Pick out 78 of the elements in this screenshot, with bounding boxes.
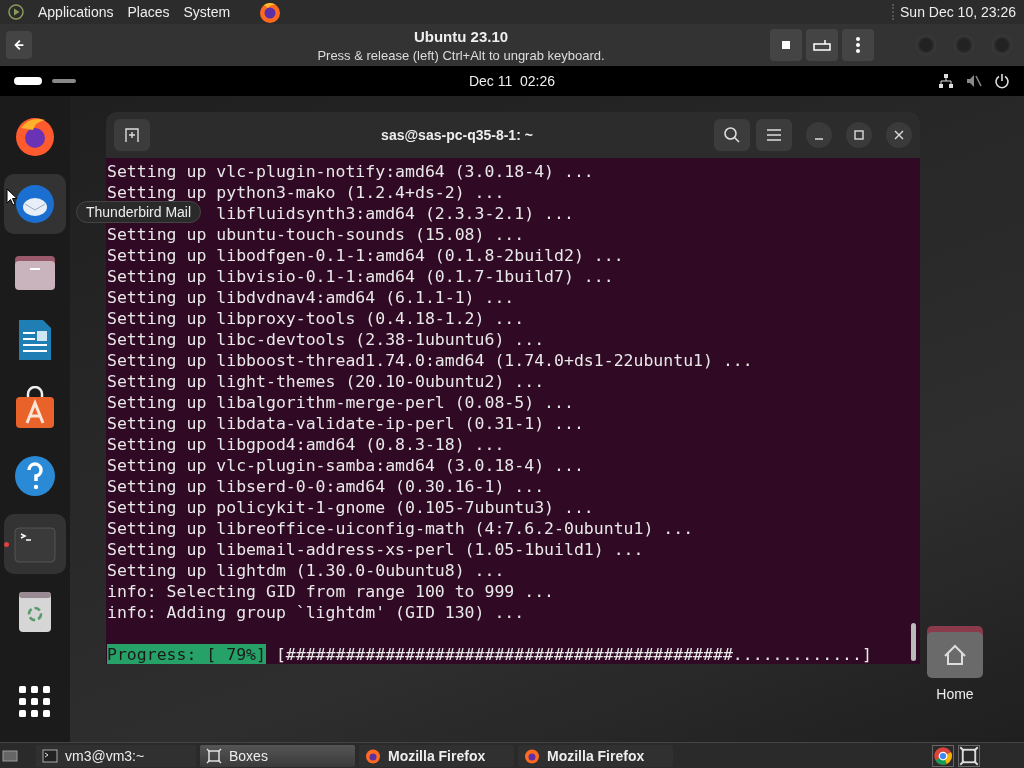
power-icon[interactable] [994,73,1010,89]
menu-item[interactable]: Applications [38,4,114,20]
terminal-line: Setting up libreoffice-uiconfig-math (4:7.6.2-0ubuntu1) ... [107,518,694,539]
kebab-menu-icon [856,37,860,53]
terminal-line: Setting up libboost-thread1.74.0:amd64 (1.74.0+ds1-22ubuntu1) ... [107,350,753,371]
boxes-icon[interactable] [958,744,980,767]
guest-clock[interactable]: Dec 11 02:26 [468,73,556,89]
terminal-line: Setting up python3-mako (1.2.4+ds-2) ... [107,182,505,203]
maximize-button[interactable] [846,122,872,148]
new-tab-button[interactable] [114,119,150,151]
stop-icon [782,41,790,49]
terminal-line: info: Selecting GID from range 100 to 999 ... [107,581,555,602]
home-folder-icon[interactable] [927,626,983,678]
taskbar-button[interactable]: vm3@vm3:~ [36,744,196,767]
progress-label: Progress: [ 79%] [107,644,266,664]
terminal-line: Setting up libodfgen-0.1-1:amd64 (0.1.8-2build2) ... [107,245,624,266]
activities-indicator[interactable] [14,77,42,85]
clock[interactable]: Sun Dec 10, 23:26 [892,4,1016,20]
bird-envelope-icon [13,182,57,226]
stop-button[interactable] [770,29,802,61]
firefox-icon[interactable] [258,0,283,24]
mouse-pointer-icon [6,188,18,206]
search-button[interactable] [714,119,750,151]
terminal-line: Setting up ubuntu-touch-sounds (15.08) ... [107,224,525,245]
progress-bar-text: [#############################################.............] [275,644,872,664]
desktop-icon-label[interactable]: Home [936,686,974,702]
shopping-bag-icon [13,386,57,430]
terminal-line: Setting up light-themes (20.10-0ubuntu2) ... [107,371,545,392]
back-arrow-icon [12,37,26,53]
menu-button[interactable] [756,119,792,151]
window-title: Ubuntu 23.10 [413,27,509,45]
firefox-icon [524,747,540,764]
window-subtitle: Press & release (left) Ctrl+Alt to ungrab keyboard. [317,47,605,63]
terminal-line: Setting up libdata-validate-ip-perl (0.31-1) ... [107,413,584,434]
back-button[interactable] [6,31,32,59]
terminal-line: Setting up vlc-plugin-samba:amd64 (3.0.18-4) ... [107,455,584,476]
terminal-title: sas@sas-pc-q35-8-1: ~ [380,127,534,143]
help-icon [13,454,57,498]
terminal-line: Setting up policykit-1-gnome (0.105-7ubuntu3) ... [107,497,594,518]
close-icon [894,130,904,140]
terminal-line: Setting up libc-devtools (2.38-1ubuntu6) ... [107,329,545,350]
taskbar-button[interactable]: Mozilla Firefox [359,744,514,767]
scrollbar[interactable] [911,623,916,661]
network-icon[interactable] [938,73,954,89]
maximize-icon [854,130,864,140]
keyboard-icon [813,39,831,51]
close-button[interactable] [886,122,912,148]
minimize-icon [814,138,824,140]
taskbar-button[interactable]: Mozilla Firefox [518,744,673,767]
dock-item[interactable] [4,174,66,234]
menu-item[interactable]: Places [127,4,170,20]
search-icon [723,126,741,144]
tooltip: Thunderbird Mail [76,201,202,223]
terminal-line: Setting up lightdm (1.30.0-0ubuntu8) ... [107,560,505,581]
terminal-line: Setting up libalgorithm-merge-perl (0.08-5) ... [107,392,574,413]
terminal-icon [42,747,58,764]
terminal-line: Setting up libdvdnav4:amd64 (6.1.1-1) ... [107,287,515,308]
terminal-line: Setting up libserd-0-0:amd64 (0.30.16-1) ... [107,476,545,497]
terminal-line: info: Adding group `lightdm' (GID 130) ... [107,602,525,623]
show-desktop-icon[interactable] [2,747,18,764]
muted-speaker-icon[interactable] [966,73,982,89]
terminal-line: Setting up libgpod4:amd64 (0.8.3-18) ... [107,434,505,455]
menu-item[interactable]: System [183,4,231,20]
chrome-icon[interactable] [932,744,954,767]
menu-button[interactable] [842,29,874,61]
terminal-line: Setting up libemail-address-xs-perl (1.05-1build1) ... [107,539,644,560]
terminal-line: libfluidsynth3:amd64 (2.3.3-2.1) ... [216,203,574,224]
boxes-icon [206,747,222,764]
menu-icon [767,129,781,141]
taskbar-button[interactable]: Boxes [200,744,355,767]
keyboard-button[interactable] [806,29,838,61]
new-tab-icon [124,127,140,143]
terminal-line: Setting up libvisio-0.1-1:amd64 (0.1.7-1build7) ... [107,266,614,287]
minimize-button[interactable] [806,122,832,148]
firefox-icon [365,747,381,764]
play-logo-icon [8,4,24,20]
terminal-line: Setting up vlc-plugin-notify:amd64 (3.0.18-4) ... [107,161,594,182]
terminal-line: Setting up libproxy-tools (0.4.18-1.2) ... [107,308,525,329]
